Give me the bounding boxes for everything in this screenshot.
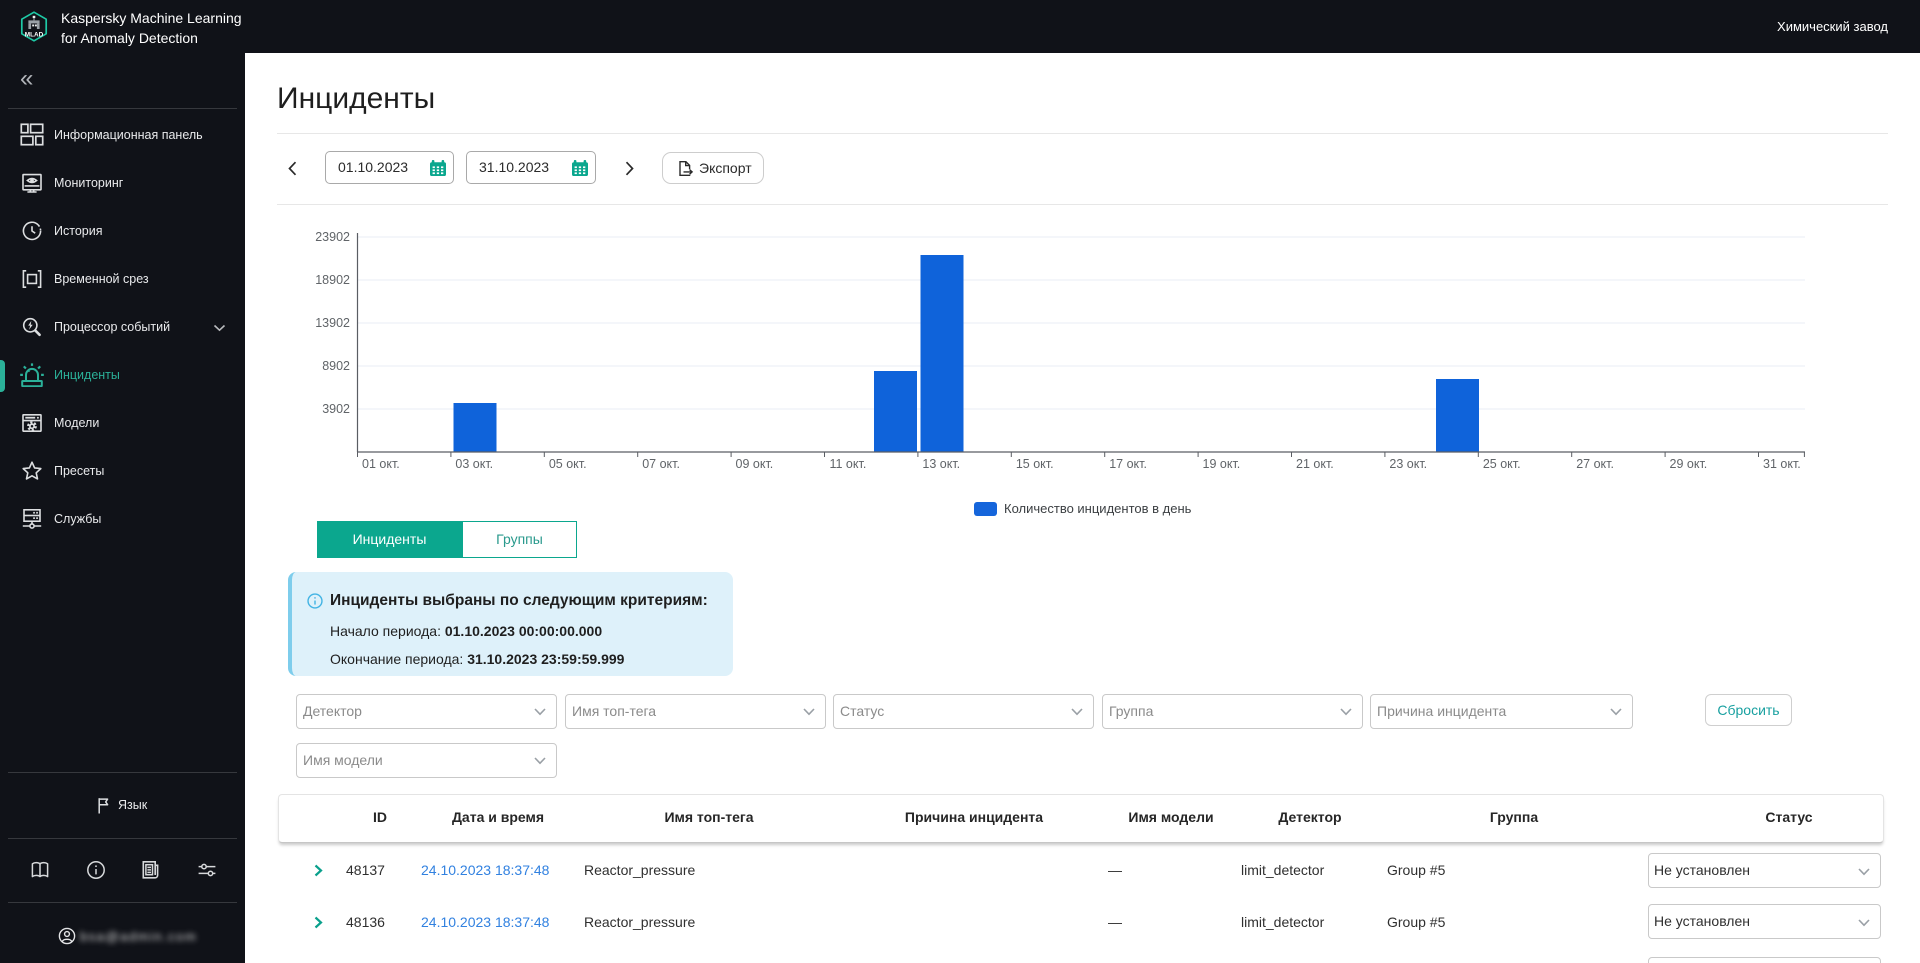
svg-text:29 окт.: 29 окт. xyxy=(1670,457,1708,471)
svg-text:21 окт.: 21 окт. xyxy=(1296,457,1334,471)
svg-text:19 окт.: 19 окт. xyxy=(1203,457,1241,471)
svg-text:13 окт.: 13 окт. xyxy=(922,457,960,471)
svg-text:23 окт.: 23 окт. xyxy=(1389,457,1427,471)
svg-text:23902: 23902 xyxy=(315,230,350,244)
svg-text:01 окт.: 01 окт. xyxy=(362,457,400,471)
svg-text:13902: 13902 xyxy=(315,316,350,330)
svg-text:07 окт.: 07 окт. xyxy=(642,457,680,471)
svg-text:31 окт.: 31 окт. xyxy=(1763,457,1801,471)
svg-text:27 окт.: 27 окт. xyxy=(1576,457,1614,471)
svg-text:3902: 3902 xyxy=(322,402,350,416)
svg-text:03 окт.: 03 окт. xyxy=(455,457,493,471)
svg-text:8902: 8902 xyxy=(322,359,350,373)
svg-text:11 окт.: 11 окт. xyxy=(829,457,866,471)
svg-text:09 окт.: 09 окт. xyxy=(736,457,774,471)
svg-text:18902: 18902 xyxy=(315,273,350,287)
svg-text:05 окт.: 05 окт. xyxy=(549,457,587,471)
svg-text:17 окт.: 17 окт. xyxy=(1109,457,1147,471)
svg-text:15 окт.: 15 окт. xyxy=(1016,457,1054,471)
svg-text:MLAD: MLAD xyxy=(25,32,44,39)
svg-text:25 окт.: 25 окт. xyxy=(1483,457,1521,471)
